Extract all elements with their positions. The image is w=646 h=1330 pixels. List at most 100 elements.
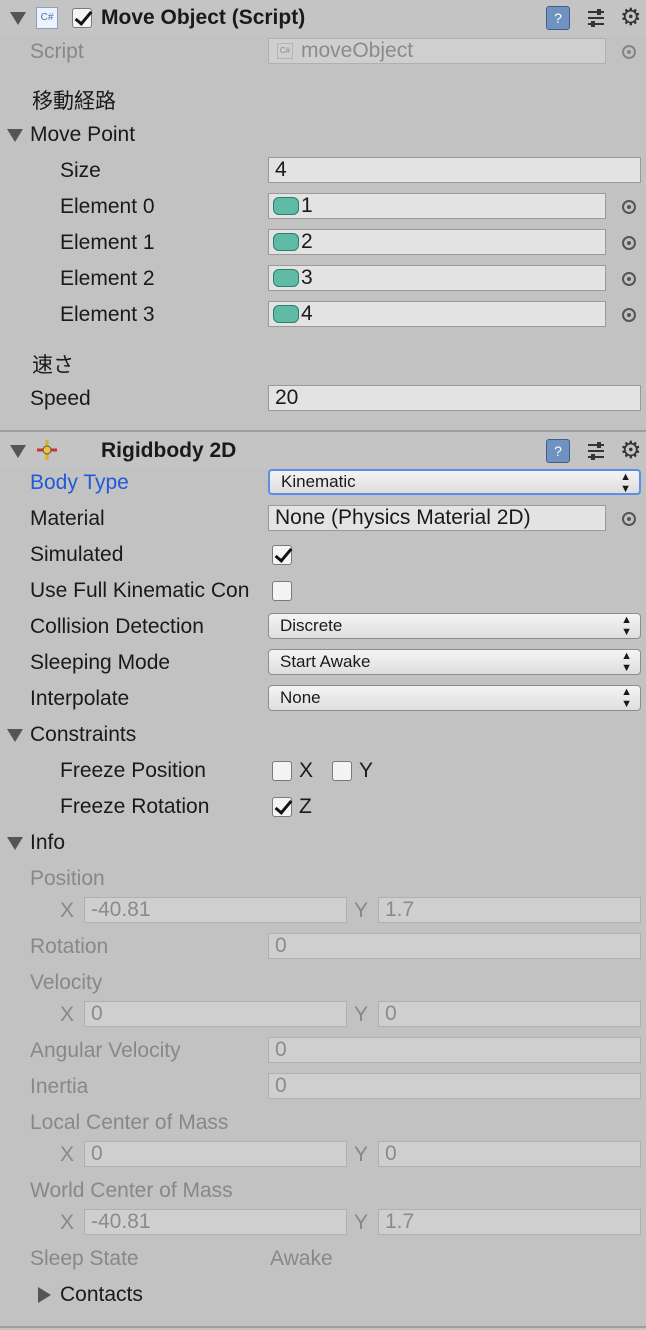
world-com-x-field[interactable]: -40.81 <box>84 1209 347 1235</box>
rotation-row: Rotation 0 <box>0 931 646 963</box>
world-com-y-field[interactable]: 1.7 <box>378 1209 641 1235</box>
contacts-row[interactable]: Contacts <box>0 1279 646 1311</box>
simulated-row: Simulated <box>0 539 646 571</box>
element-label: Element 0 <box>60 195 155 218</box>
sleeping-dropdown[interactable]: Start Awake ▲ ▼ <box>268 649 641 675</box>
inertia-field[interactable]: 0 <box>268 1073 641 1099</box>
script-field[interactable]: C# moveObject <box>268 38 606 64</box>
angular-velocity-field[interactable]: 0 <box>268 1037 641 1063</box>
foldout-triangle-icon[interactable] <box>7 837 23 850</box>
speed-row: Speed 20 <box>0 383 646 415</box>
material-field[interactable]: None (Physics Material 2D) <box>268 505 606 531</box>
presets-icon[interactable] <box>584 6 608 30</box>
object-picker-icon[interactable] <box>622 272 636 286</box>
dropdown-arrows-icon: ▲ ▼ <box>621 650 632 674</box>
body-type-dropdown[interactable]: Kinematic ▲ ▼ <box>268 469 641 495</box>
freeze-rotation-label: Freeze Rotation <box>60 795 210 818</box>
object-picker-icon[interactable] <box>622 512 636 526</box>
element-field[interactable]: 1 <box>268 193 606 219</box>
position-y-field[interactable]: 1.7 <box>378 897 641 923</box>
foldout-triangle-right-icon[interactable] <box>38 1287 51 1303</box>
element-row: Element 1 2 <box>0 227 646 259</box>
freeze-x-label: X <box>299 759 314 782</box>
velocity-y-field[interactable]: 0 <box>378 1001 641 1027</box>
velocity-xy-row: X 0 Y 0 <box>0 999 646 1031</box>
dropdown-value: None <box>280 688 321 707</box>
collapse-triangle-icon[interactable] <box>10 12 26 25</box>
position-x-field[interactable]: -40.81 <box>84 897 347 923</box>
rotation-field[interactable]: 0 <box>268 933 641 959</box>
element-field[interactable]: 2 <box>268 229 606 255</box>
enable-script-checkbox[interactable] <box>72 8 92 28</box>
object-picker-icon[interactable] <box>622 45 636 59</box>
rigidbody-icon <box>34 437 60 463</box>
velocity-x-field[interactable]: 0 <box>84 1001 347 1027</box>
element-label: Element 3 <box>60 303 155 326</box>
move-object-header[interactable]: C# Move Object (Script) ? ⚙ <box>0 0 646 36</box>
info-label: Info <box>30 831 66 854</box>
object-picker-icon[interactable] <box>622 236 636 250</box>
rigidbody-header[interactable]: Rigidbody 2D ? ⚙ <box>0 433 646 469</box>
element-row: Element 3 4 <box>0 299 646 331</box>
collapse-triangle-icon[interactable] <box>10 445 26 458</box>
axis-x-label: X <box>60 899 75 922</box>
element-field[interactable]: 3 <box>268 265 606 291</box>
constraints-row[interactable]: Constraints <box>0 719 646 751</box>
local-com-y-field[interactable]: 0 <box>378 1141 641 1167</box>
info-row[interactable]: Info <box>0 827 646 859</box>
sleeping-label: Sleeping Mode <box>30 651 171 674</box>
help-book-icon[interactable]: ? <box>546 439 570 463</box>
size-input[interactable]: 4 <box>268 157 641 183</box>
freeze-rotation-z-checkbox[interactable] <box>272 797 292 817</box>
object-picker-icon[interactable] <box>622 200 636 214</box>
angular-velocity-row: Angular Velocity 0 <box>0 1035 646 1067</box>
element-value: 2 <box>301 230 313 253</box>
simulated-checkbox[interactable] <box>272 545 292 565</box>
foldout-triangle-icon[interactable] <box>7 729 23 742</box>
dropdown-value: Discrete <box>280 616 343 635</box>
collision-dropdown[interactable]: Discrete ▲ ▼ <box>268 613 641 639</box>
freeze-position-row: Freeze Position X Y <box>0 755 646 787</box>
simulated-label: Simulated <box>30 543 124 566</box>
move-point-row[interactable]: Move Point <box>0 119 646 151</box>
element-row: Element 2 3 <box>0 263 646 295</box>
local-com-label: Local Center of Mass <box>30 1111 229 1134</box>
header-route: 移動経路 <box>32 90 116 113</box>
dropdown-arrows-icon: ▲ ▼ <box>621 614 632 638</box>
full-kinematic-checkbox[interactable] <box>272 581 292 601</box>
element-value: 4 <box>301 302 313 325</box>
position-label: Position <box>30 867 105 890</box>
sleep-state-value: Awake <box>270 1247 333 1270</box>
inertia-label: Inertia <box>30 1075 89 1098</box>
local-com-xy-row: X 0 Y 0 <box>0 1139 646 1171</box>
angular-velocity-label: Angular Velocity <box>30 1039 181 1062</box>
dropdown-arrows-icon: ▲ ▼ <box>620 471 631 495</box>
component-title: Rigidbody 2D <box>101 439 237 462</box>
cs-script-icon: C# <box>277 43 293 59</box>
world-com-xy-row: X -40.81 Y 1.7 <box>0 1207 646 1239</box>
help-book-icon[interactable]: ? <box>546 6 570 30</box>
gameobject-icon <box>273 305 299 323</box>
speed-input[interactable]: 20 <box>268 385 641 411</box>
dropdown-value: Kinematic <box>281 472 356 491</box>
local-com-x-field[interactable]: 0 <box>84 1141 347 1167</box>
gameobject-icon <box>273 269 299 287</box>
element-field[interactable]: 4 <box>268 301 606 327</box>
full-kinematic-row: Use Full Kinematic Con <box>0 575 646 607</box>
speed-label: Speed <box>30 387 91 410</box>
object-picker-icon[interactable] <box>622 308 636 322</box>
presets-icon[interactable] <box>584 439 608 463</box>
freeze-position-x-checkbox[interactable] <box>272 761 292 781</box>
gear-icon[interactable]: ⚙ <box>620 438 646 464</box>
gear-icon[interactable]: ⚙ <box>620 5 646 31</box>
move-point-label: Move Point <box>30 123 136 146</box>
axis-y-label: Y <box>354 1211 369 1234</box>
inspector-panel: C# Move Object (Script) ? ⚙ Script C# mo… <box>0 0 646 1330</box>
body-type-label: Body Type <box>30 471 129 494</box>
foldout-triangle-icon[interactable] <box>7 129 23 142</box>
interpolate-dropdown[interactable]: None ▲ ▼ <box>268 685 641 711</box>
script-row: Script C# moveObject <box>0 36 646 68</box>
collision-label: Collision Detection <box>30 615 204 638</box>
element-row: Element 0 1 <box>0 191 646 223</box>
freeze-position-y-checkbox[interactable] <box>332 761 352 781</box>
